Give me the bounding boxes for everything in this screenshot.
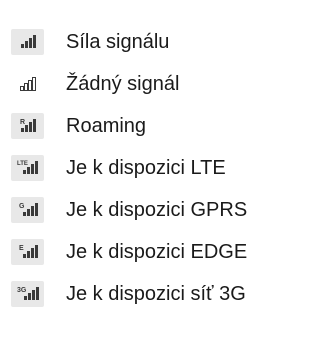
roaming-badge: R: [20, 119, 25, 126]
legend-label-3g: Je k dispozici síť 3G: [66, 283, 246, 305]
lte-badge: LTE: [17, 161, 28, 167]
legend-row-gprs: G Je k dispozici GPRS: [0, 189, 331, 231]
legend-row-signal-strength: Síla signálu: [0, 21, 331, 63]
lte-icon: LTE: [11, 155, 44, 181]
gprs-icon: G: [11, 197, 44, 223]
3g-icon: 3G: [11, 281, 44, 307]
legend-label-gprs: Je k dispozici GPRS: [66, 199, 248, 221]
legend-label-signal-strength: Síla signálu: [66, 31, 170, 53]
gprs-badge: G: [19, 203, 25, 210]
legend-label-roaming: Roaming: [66, 115, 147, 137]
edge-badge: E: [19, 245, 24, 252]
no-signal-icon: [11, 71, 44, 97]
legend-row-3g: 3G Je k dispozici síť 3G: [0, 273, 331, 315]
edge-icon: E: [11, 239, 44, 265]
legend-row-no-signal: Žádný signál: [0, 63, 331, 105]
status-icon-legend: Síla signálu Žádný signál R Roaming LTE …: [0, 0, 331, 363]
legend-row-edge: E Je k dispozici EDGE: [0, 231, 331, 273]
legend-label-edge: Je k dispozici EDGE: [66, 241, 248, 263]
3g-badge: 3G: [17, 287, 27, 294]
legend-label-no-signal: Žádný signál: [66, 73, 180, 95]
roaming-icon: R: [11, 113, 44, 139]
legend-label-lte: Je k dispozici LTE: [66, 157, 226, 179]
legend-row-roaming: R Roaming: [0, 105, 331, 147]
legend-row-lte: LTE Je k dispozici LTE: [0, 147, 331, 189]
signal-strength-icon: [11, 29, 44, 55]
